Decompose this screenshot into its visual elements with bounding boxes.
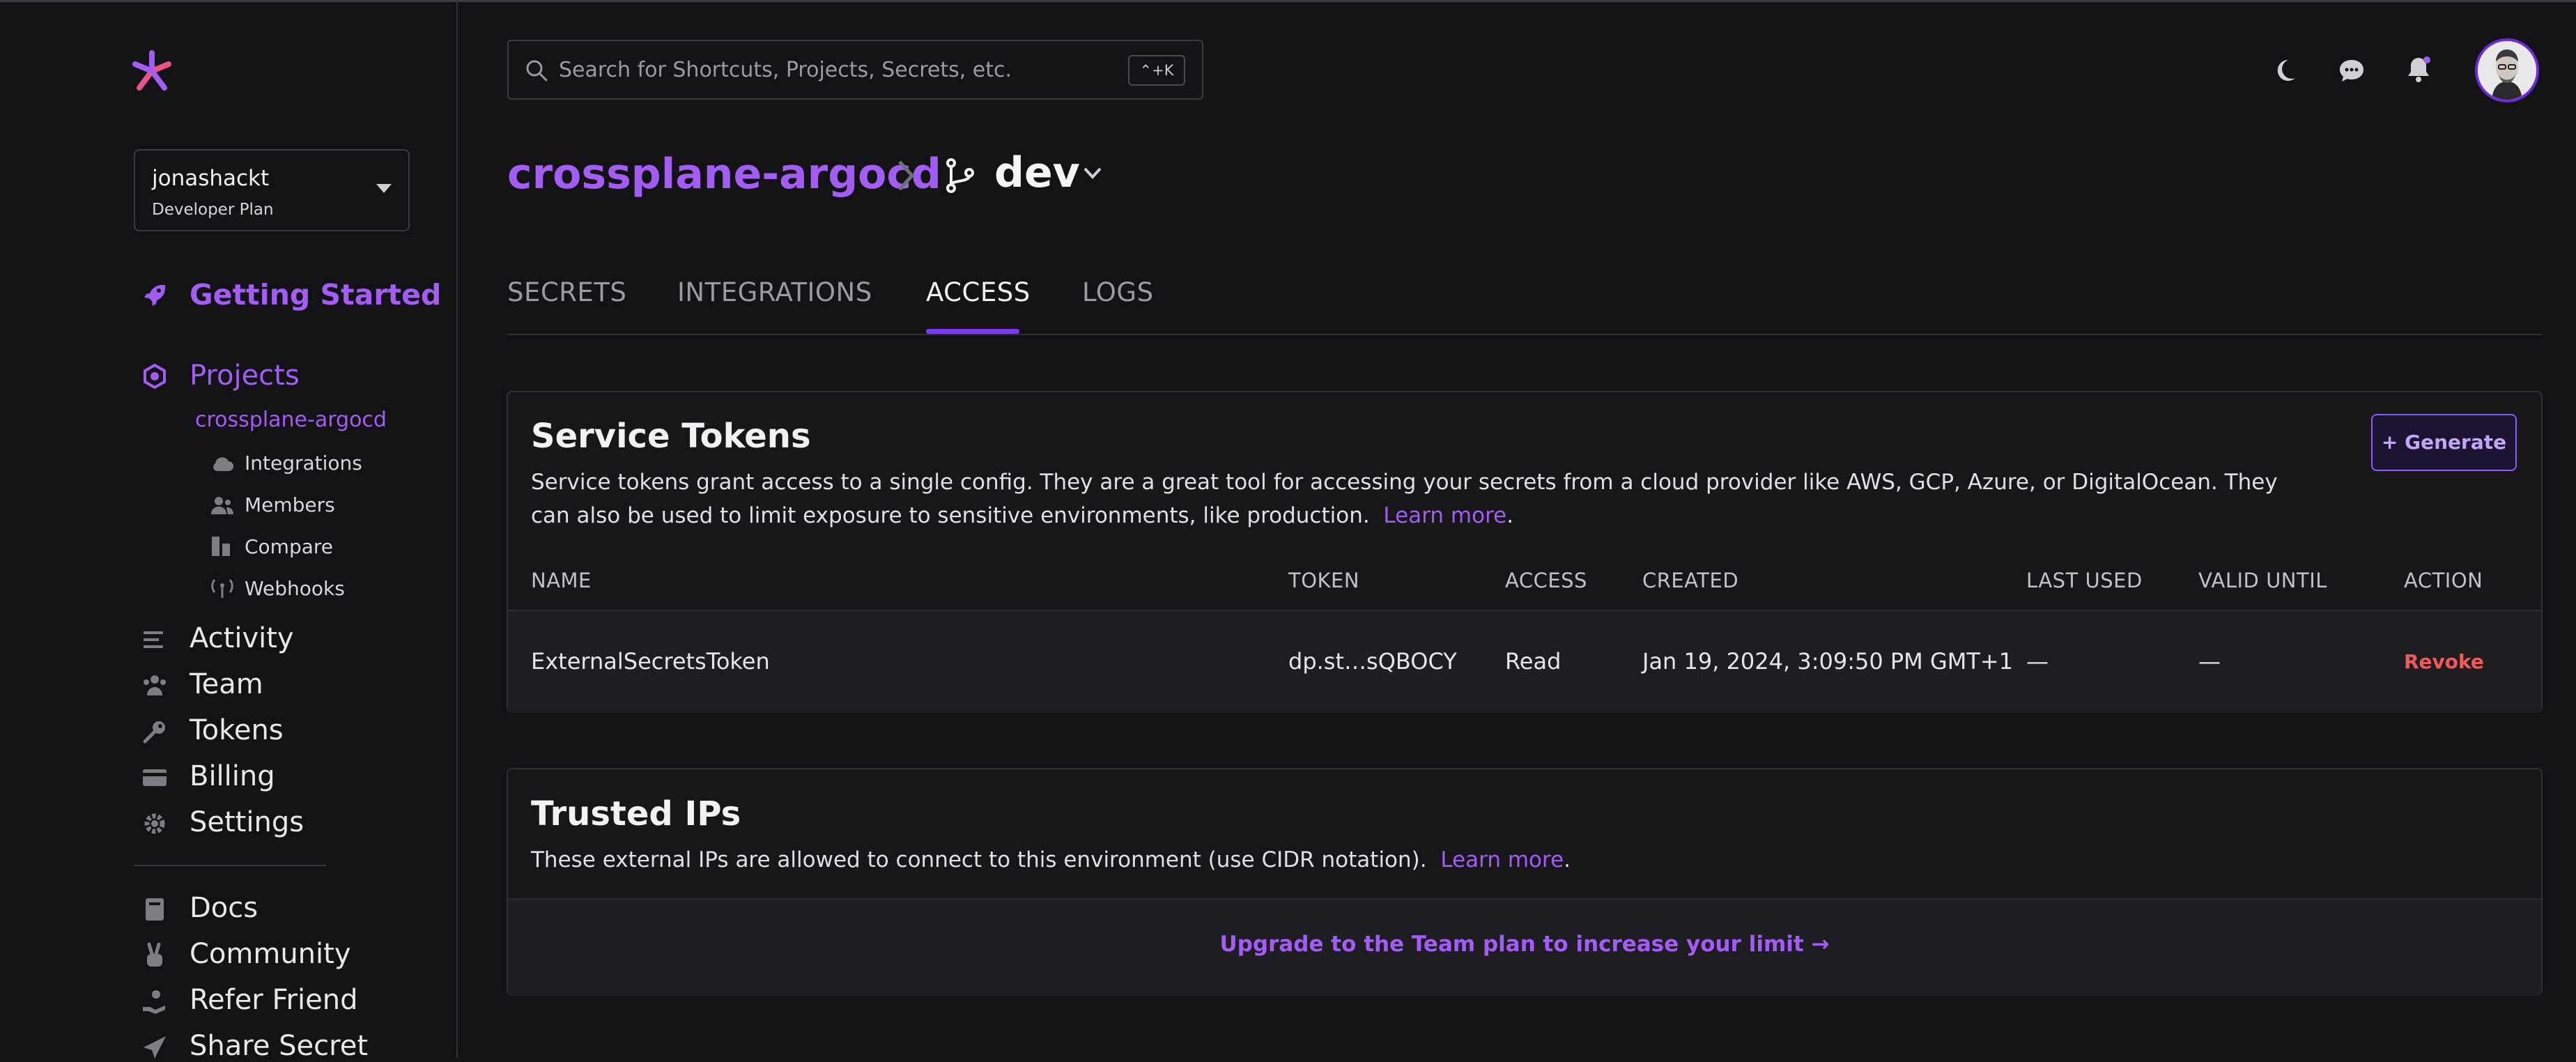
search-icon: [526, 60, 548, 82]
gear-icon: [144, 813, 165, 834]
org-name: jonashackt: [152, 166, 270, 191]
nav-team[interactable]: Team: [190, 668, 263, 700]
key-icon: [143, 721, 165, 744]
chat-icon[interactable]: [2337, 56, 2366, 85]
revoke-button[interactable]: Revoke: [2404, 650, 2484, 673]
paper-plane-icon: [144, 1036, 166, 1059]
org-switcher[interactable]: jonashackt Developer Plan: [134, 149, 410, 231]
token-valid-until: —: [2198, 648, 2221, 675]
tab-secrets[interactable]: SECRETS: [507, 277, 626, 307]
service-tokens-learn-more-link[interactable]: Learn more: [1383, 503, 1506, 528]
column-header-last-used: LAST USED: [2026, 569, 2143, 592]
nav-community[interactable]: Community: [190, 938, 351, 970]
trusted-ips-learn-more-link[interactable]: Learn more: [1440, 847, 1564, 872]
nav-projects[interactable]: Projects: [190, 360, 300, 392]
book-icon: [146, 898, 164, 921]
avatar-portrait-icon: [2478, 41, 2536, 100]
token-created: Jan 19, 2024, 3:09:50 PM GMT+1: [1642, 648, 2014, 675]
column-header-name: NAME: [531, 569, 592, 592]
nav-webhooks[interactable]: Webhooks: [245, 577, 345, 600]
search-placeholder: Search for Shortcuts, Projects, Secrets,…: [559, 58, 1012, 82]
team-icon: [144, 675, 166, 695]
activity-icon: [144, 631, 163, 648]
token-name: ExternalSecretsToken: [531, 648, 770, 675]
generate-button-label: Generate: [2405, 431, 2507, 454]
nav-current-project[interactable]: crossplane-argocd: [195, 408, 387, 432]
active-tab-indicator: [926, 329, 1019, 334]
search-shortcut: ⌃+K: [1128, 55, 1185, 86]
sidebar-divider: [134, 865, 326, 866]
tab-integrations[interactable]: INTEGRATIONS: [677, 277, 872, 307]
generate-button[interactable]: + Generate: [2371, 414, 2517, 471]
service-tokens-title: Service Tokens: [531, 417, 811, 456]
projects-icon: [144, 363, 166, 390]
moon-icon[interactable]: [2270, 56, 2299, 85]
search-box[interactable]: Search for Shortcuts, Projects, Secrets,…: [507, 40, 1203, 100]
nav-refer-friend[interactable]: Refer Friend: [190, 984, 357, 1016]
column-header-token: TOKEN: [1288, 569, 1360, 592]
doppler-logo-icon[interactable]: [130, 49, 174, 93]
git-branch-icon: [946, 158, 974, 193]
chevron-right-icon: [898, 160, 915, 191]
column-header-access: ACCESS: [1505, 569, 1587, 592]
breadcrumb-project[interactable]: crossplane-argocd: [507, 150, 941, 199]
org-plan: Developer Plan: [152, 201, 274, 219]
upgrade-plan-link[interactable]: Upgrade to the Team plan to increase you…: [508, 932, 2541, 957]
nav-activity[interactable]: Activity: [190, 622, 294, 654]
token-value[interactable]: dp.st…sQBOCY: [1288, 648, 1457, 675]
nav-getting-started[interactable]: Getting Started: [190, 278, 441, 311]
bell-icon[interactable]: [2404, 54, 2433, 84]
nav-share-secret[interactable]: Share Secret: [190, 1030, 368, 1062]
credit-card-icon: [143, 769, 167, 786]
hand-peace-icon: [147, 942, 162, 967]
tabs-divider: [507, 334, 2542, 335]
trusted-ips-description-text: These external IPs are allowed to connec…: [531, 847, 1427, 872]
chevron-down-icon[interactable]: [1082, 166, 1103, 181]
breadcrumb-environment[interactable]: dev: [994, 148, 1080, 197]
service-tokens-description: Service tokens grant access to a single …: [531, 465, 2315, 532]
trusted-ips-description: These external IPs are allowed to connec…: [531, 843, 2482, 877]
trusted-ips-title: Trusted IPs: [531, 794, 741, 833]
webhook-icon: [211, 579, 233, 598]
sidebar: jonashackt Developer Plan Getting Starte…: [0, 0, 458, 1062]
nav-members[interactable]: Members: [245, 493, 335, 516]
nav-integrations[interactable]: Integrations: [245, 452, 362, 475]
cloud-icon: [213, 457, 233, 471]
user-avatar[interactable]: [2475, 38, 2539, 102]
members-icon: [211, 497, 233, 514]
compare-icon: [212, 537, 230, 556]
rocket-icon: [144, 285, 165, 306]
upgrade-row: Upgrade to the Team plan to increase you…: [508, 898, 2541, 996]
column-header-valid-until: VALID UNTIL: [2198, 569, 2327, 592]
plus-icon: +: [2381, 431, 2398, 454]
nav-settings[interactable]: Settings: [190, 806, 304, 838]
hand-holding-icon: [143, 990, 165, 1014]
nav-docs[interactable]: Docs: [190, 892, 258, 924]
nav-billing[interactable]: Billing: [190, 760, 275, 792]
nav-tokens[interactable]: Tokens: [190, 714, 284, 746]
caret-down-icon: [376, 184, 392, 193]
token-access: Read: [1505, 648, 1561, 675]
service-tokens-description-period: .: [1506, 503, 1514, 528]
tab-logs[interactable]: LOGS: [1082, 277, 1154, 307]
tab-access[interactable]: ACCESS: [926, 277, 1031, 307]
column-header-action: ACTION: [2404, 569, 2483, 592]
column-header-created: CREATED: [1642, 569, 1739, 592]
token-last-used: —: [2026, 648, 2049, 675]
trusted-ips-description-period: .: [1564, 847, 1571, 872]
nav-compare[interactable]: Compare: [245, 535, 333, 558]
